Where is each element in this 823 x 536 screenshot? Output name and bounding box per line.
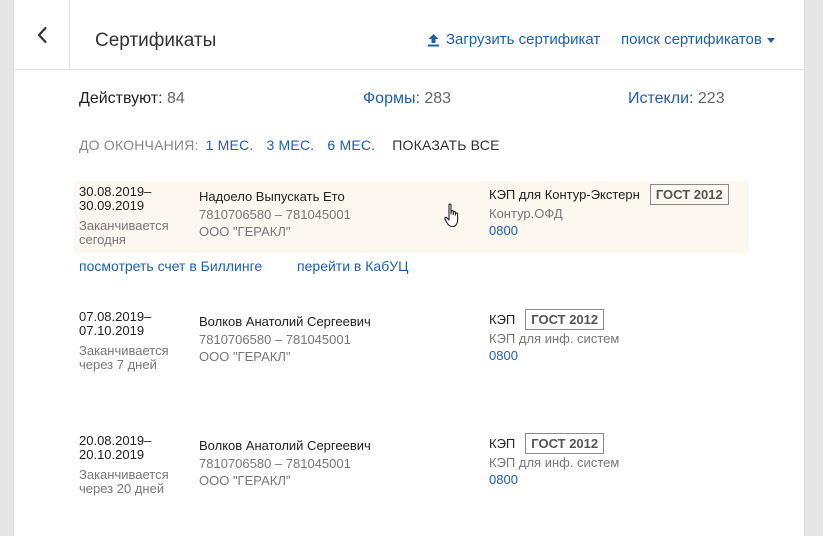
expired-value: 223 [697, 90, 725, 107]
date-to: 20.10.2019 [79, 447, 145, 462]
certificate-row[interactable]: 20.08.2019– 20.10.2019 Заканчивается чер… [74, 430, 749, 502]
filter-6-months[interactable]: 6 МЕС. [327, 137, 375, 153]
filter-show-all[interactable]: ПОКАЗАТЬ ВСЕ [392, 137, 499, 153]
active-value: 84 [167, 90, 185, 107]
forms-label[interactable]: Формы: [363, 90, 420, 107]
gost-badge: ГОСТ 2012 [525, 308, 605, 330]
expires-line2: через 7 дней [79, 357, 157, 372]
certificate-row[interactable]: 07.08.2019– 07.10.2019 Заканчивается чер… [74, 306, 749, 378]
certificate-type: КЭП ГОСТ 2012 КЭП для инф. систем 0800 [489, 432, 620, 488]
expires-text: Заканчивается сегодня [79, 219, 194, 247]
owner-name: Надоело Выпускать Ето [199, 189, 345, 204]
expires-line2: сегодня [79, 232, 126, 247]
type-label: КЭП [489, 435, 516, 451]
type-label: КЭП [489, 311, 516, 327]
owner-info: Надоело Выпускать Ето 7810706580 – 78104… [199, 187, 351, 240]
upload-label: Загрузить сертификат [446, 31, 601, 48]
inn-kpp: 7810706580 – 781045001 [199, 207, 351, 222]
gost-badge: ГОСТ 2012 [525, 432, 605, 454]
active-count: Действуют: 84 [79, 90, 185, 108]
expiry-filters: ДО ОКОНЧАНИЯ: 1 МЕС. 3 МЕС. 6 МЕС. ПОКАЗ… [79, 137, 500, 153]
expires-line2: через 20 дней [79, 481, 165, 496]
validity-dates: 20.08.2019– 20.10.2019 Заканчивается чер… [79, 434, 194, 496]
expires-line1: Заканчивается [79, 343, 169, 358]
date-to: 07.10.2019 [79, 323, 145, 338]
expires-text: Заканчивается через 7 дней [79, 344, 194, 372]
inn-kpp: 7810706580 – 781045001 [199, 456, 351, 471]
forms-value: 283 [424, 90, 452, 107]
organization: ООО "ГЕРАКЛ" [199, 349, 291, 364]
active-label: Действуют: [79, 90, 163, 107]
date-to: 30.09.2019 [79, 198, 145, 213]
kabuc-link[interactable]: перейти в КабУЦ [297, 258, 408, 274]
owner-name: Волков Анатолий Сергеевич [199, 314, 371, 329]
filter-1-month[interactable]: 1 МЕС. [206, 137, 254, 153]
upload-certificate-link[interactable]: Загрузить сертификат [427, 31, 600, 48]
certificate-row[interactable]: 30.08.2019– 30.09.2019 Заканчивается сег… [74, 181, 749, 253]
hand-cursor-icon [444, 203, 459, 228]
billing-link[interactable]: посмотреть счет в Биллинге [79, 258, 262, 274]
date-from: 20.08.2019– [79, 433, 152, 448]
subtype: КЭП для инф. систем [489, 455, 620, 470]
search-label: поиск сертификатов [621, 31, 762, 48]
inn-kpp: 7810706580 – 781045001 [199, 332, 351, 347]
code-link[interactable]: 0800 [489, 471, 619, 488]
certificate-type: КЭП для Контур-Экстерн ГОСТ 2012 Контур.… [489, 183, 729, 239]
date-from: 30.08.2019– [79, 184, 152, 199]
caret-down-icon [766, 37, 775, 43]
date-from: 07.08.2019– [79, 309, 152, 324]
organization: ООО "ГЕРАКЛ" [199, 473, 291, 488]
type-label: КЭП для Контур-Экстерн [489, 186, 640, 202]
subtype: КЭП для инф. систем [489, 331, 620, 346]
upload-icon [428, 33, 439, 46]
expires-text: Заканчивается через 20 дней [79, 468, 194, 496]
subtype: Контур.ОФД [489, 206, 563, 221]
search-certificates-dropdown[interactable]: поиск сертификатов [621, 31, 775, 48]
owner-info: Волков Анатолий Сергеевич 7810706580 – 7… [199, 312, 371, 365]
chevron-left-icon [37, 26, 47, 43]
expired-count[interactable]: Истекли: 223 [628, 90, 725, 108]
filter-3-months[interactable]: 3 МЕС. [266, 137, 314, 153]
owner-name: Волков Анатолий Сергеевич [199, 438, 371, 453]
owner-info: Волков Анатолий Сергеевич 7810706580 – 7… [199, 436, 371, 489]
validity-dates: 07.08.2019– 07.10.2019 Заканчивается чер… [79, 310, 194, 372]
code-link[interactable]: 0800 [489, 222, 729, 239]
expires-line1: Заканчивается [79, 218, 169, 233]
organization: ООО "ГЕРАКЛ" [199, 224, 291, 239]
certificate-actions: посмотреть счет в Биллинге перейти в Каб… [79, 258, 408, 274]
gost-badge: ГОСТ 2012 [649, 183, 729, 205]
code-link[interactable]: 0800 [489, 347, 619, 364]
forms-count[interactable]: Формы: 283 [363, 90, 451, 108]
filters-label: ДО ОКОНЧАНИЯ: [79, 137, 199, 153]
header: Сертификаты Загрузить сертификат поиск с… [14, 0, 804, 70]
back-button[interactable] [14, 0, 70, 69]
validity-dates: 30.08.2019– 30.09.2019 Заканчивается сег… [79, 185, 194, 247]
page-title: Сертификаты [95, 30, 217, 51]
certificate-type: КЭП ГОСТ 2012 КЭП для инф. систем 0800 [489, 308, 620, 364]
certificates-panel: Сертификаты Загрузить сертификат поиск с… [14, 0, 804, 536]
expired-label[interactable]: Истекли: [628, 90, 693, 107]
expires-line1: Заканчивается [79, 467, 169, 482]
